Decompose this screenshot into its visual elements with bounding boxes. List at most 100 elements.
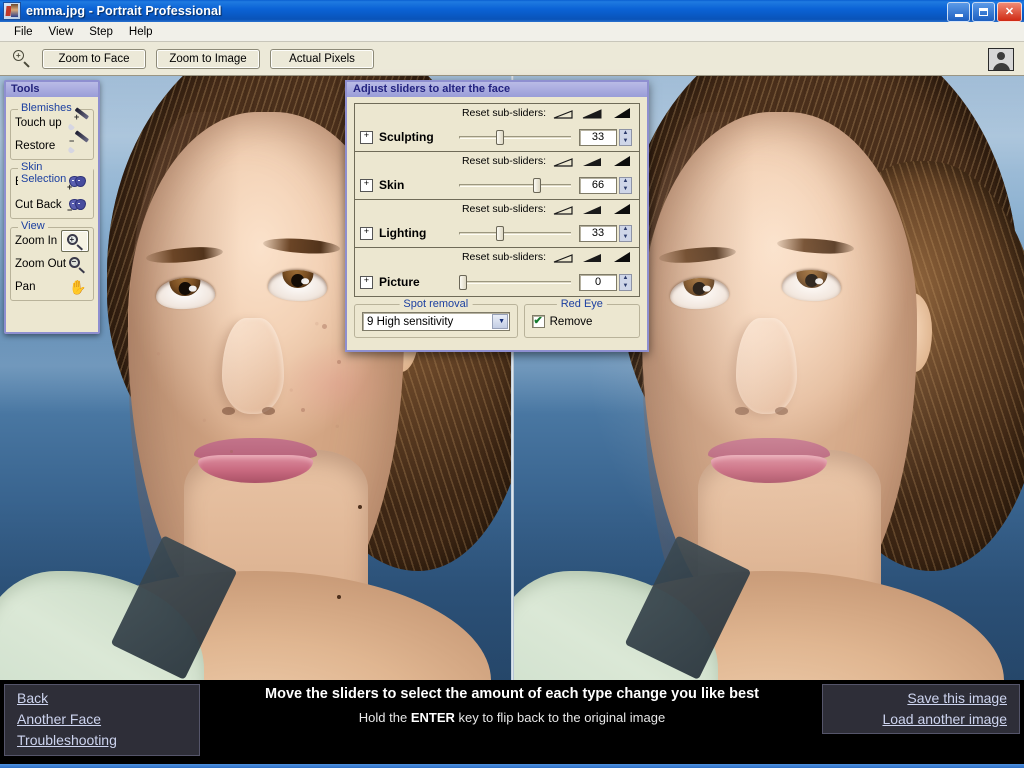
spinner-down[interactable]: ▼ [620,283,631,290]
toolbar: + Zoom to Face Zoom to Image Actual Pixe… [0,42,1024,76]
another-face-link[interactable]: Another Face [17,711,199,727]
zoom-to-image-button[interactable]: Zoom to Image [156,48,260,69]
restore-icon [979,8,988,16]
person-thumbnail-icon[interactable] [988,48,1014,71]
slider-row-sculpting: Reset sub-sliders: + Sculpting 33 ▲ ▼ [355,104,639,152]
ramp-medium-icon[interactable] [582,108,602,119]
minimize-button[interactable] [947,2,970,22]
spinner-lighting[interactable]: ▲ ▼ [619,224,632,242]
tool-label-pan: Pan [15,280,36,293]
spinner-down[interactable]: ▼ [620,186,631,193]
enter-key-label: ENTER [410,710,455,725]
image-actions-panel: Save this image Load another image [822,684,1020,734]
tool-zoom-out[interactable]: Zoom Out − [15,253,89,274]
close-button[interactable]: ✕ [997,2,1022,22]
spot-removal-select[interactable]: 9 High sensitivity ▼ [362,312,510,331]
slider-thumb-skin[interactable] [532,178,541,193]
load-another-image-link[interactable]: Load another image [823,711,1007,727]
back-link[interactable]: Back [17,690,199,706]
slider-row-picture: Reset sub-sliders: + Picture 0 ▲ ▼ [355,248,639,296]
slider-dialog-title: Adjust sliders to alter the face [347,82,647,97]
slider-value-sculpting[interactable]: 33 [579,128,617,146]
menu-item-help[interactable]: Help [121,24,161,40]
ramp-strong-icon[interactable] [611,203,631,215]
ramp-strong-icon[interactable] [611,155,631,167]
slider-list: Reset sub-sliders: + Sculpting 33 ▲ ▼ Re… [354,103,640,297]
slider-thumb-picture[interactable] [459,275,467,290]
reset-sub-sliders-label: Reset sub-sliders: [461,107,546,119]
reset-sub-sliders-skin: Reset sub-sliders: [462,155,633,167]
bottom-bar: Back Another Face Troubleshooting Move t… [0,680,1024,764]
spinner-down[interactable]: ▼ [620,138,631,145]
slider-track-picture[interactable] [459,273,571,291]
ramp-medium-icon[interactable] [582,204,602,215]
troubleshooting-link[interactable]: Troubleshooting [17,732,199,748]
menu-item-view[interactable]: View [41,24,82,40]
spinner-down[interactable]: ▼ [620,234,631,241]
ramp-strong-icon[interactable] [611,251,631,263]
expander-sculpting[interactable]: + [360,130,373,144]
tool-zoom-in[interactable]: Zoom In + [15,229,89,252]
ramp-light-icon[interactable] [553,108,573,119]
slider-thumb-sculpting[interactable] [495,130,504,145]
maximize-button[interactable] [972,2,995,22]
actual-pixels-button[interactable]: Actual Pixels [270,48,374,69]
slider-label-sculpting: Sculpting [379,130,434,144]
zoom-to-face-button[interactable]: Zoom to Face [42,48,146,69]
expander-lighting[interactable]: + [360,226,373,240]
spinner-picture[interactable]: ▲ ▼ [619,273,632,291]
spinner-sculpting[interactable]: ▲ ▼ [619,128,632,146]
tool-cut-back[interactable]: Cut Back − [15,194,89,215]
ramp-light-icon[interactable] [553,156,573,167]
ramp-strong-icon[interactable] [611,107,631,119]
hand-icon: ✋ [69,278,87,295]
title-bar: emma.jpg - Portrait Professional ✕ [0,0,1024,23]
chevron-down-icon[interactable]: ▼ [491,314,508,329]
ramp-light-icon[interactable] [553,252,573,263]
spinner-up[interactable]: ▲ [620,130,631,137]
red-eye-remove-row[interactable]: ✔ Remove [531,312,632,331]
menu-item-file[interactable]: File [6,24,41,40]
slider-track-sculpting[interactable] [459,128,571,146]
slider-label-lighting: Lighting [379,226,427,240]
ramp-medium-icon[interactable] [582,156,602,167]
slider-row-lighting: Reset sub-sliders: + Lighting 33 ▲ ▼ [355,200,639,248]
tool-restore[interactable]: Restore − [15,129,90,156]
slider-track-lighting[interactable] [459,224,571,242]
slider-thumb-lighting[interactable] [495,226,504,241]
spinner-up[interactable]: ▲ [620,178,631,185]
spot-removal-title: Spot removal [399,298,473,310]
tool-pan[interactable]: Pan ✋ [15,276,89,297]
instruction-line-2: Hold the ENTER key to flip back to the o… [210,710,814,725]
tool-group-title-blemishes: Blemishes [18,102,75,114]
ramp-medium-icon[interactable] [582,252,602,263]
tool-label-cut-back: Cut Back [15,198,62,211]
blemish [321,323,327,329]
spinner-up[interactable]: ▲ [620,275,631,282]
masks-minus-icon: − [67,196,89,214]
magnifier-plus-icon: + [65,232,85,251]
save-this-image-link[interactable]: Save this image [823,690,1007,706]
tool-zoom-in-selected-frame[interactable]: + [61,229,89,252]
spinner-up[interactable]: ▲ [620,226,631,233]
menu-item-step[interactable]: Step [81,24,121,40]
slider-row-skin: Reset sub-sliders: + Skin 66 ▲ ▼ [355,152,639,200]
expander-picture[interactable]: + [360,275,373,289]
tool-label-touch-up: Touch up [15,116,62,129]
navigation-links-panel: Back Another Face Troubleshooting [4,684,200,756]
spot-removal-selected-value: 9 High sensitivity [367,315,454,328]
instruction-line-2-after: key to flip back to the original image [454,710,666,725]
red-eye-remove-checkbox[interactable]: ✔ [531,315,545,328]
slider-value-picture[interactable]: 0 [579,273,617,291]
slider-track-skin[interactable] [459,176,571,194]
checkmark-icon: ✔ [533,315,543,327]
ramp-light-icon[interactable] [553,204,573,215]
expander-skin[interactable]: + [360,178,373,192]
reset-sub-sliders-label: Reset sub-sliders: [461,155,546,167]
slider-value-lighting[interactable]: 33 [579,224,617,242]
slider-value-skin[interactable]: 66 [579,176,617,194]
tool-touch-up[interactable]: Touch up + [15,106,90,133]
spinner-skin[interactable]: ▲ ▼ [619,176,632,194]
slider-label-picture: Picture [379,275,420,289]
reset-sub-sliders-label: Reset sub-sliders: [461,251,546,263]
